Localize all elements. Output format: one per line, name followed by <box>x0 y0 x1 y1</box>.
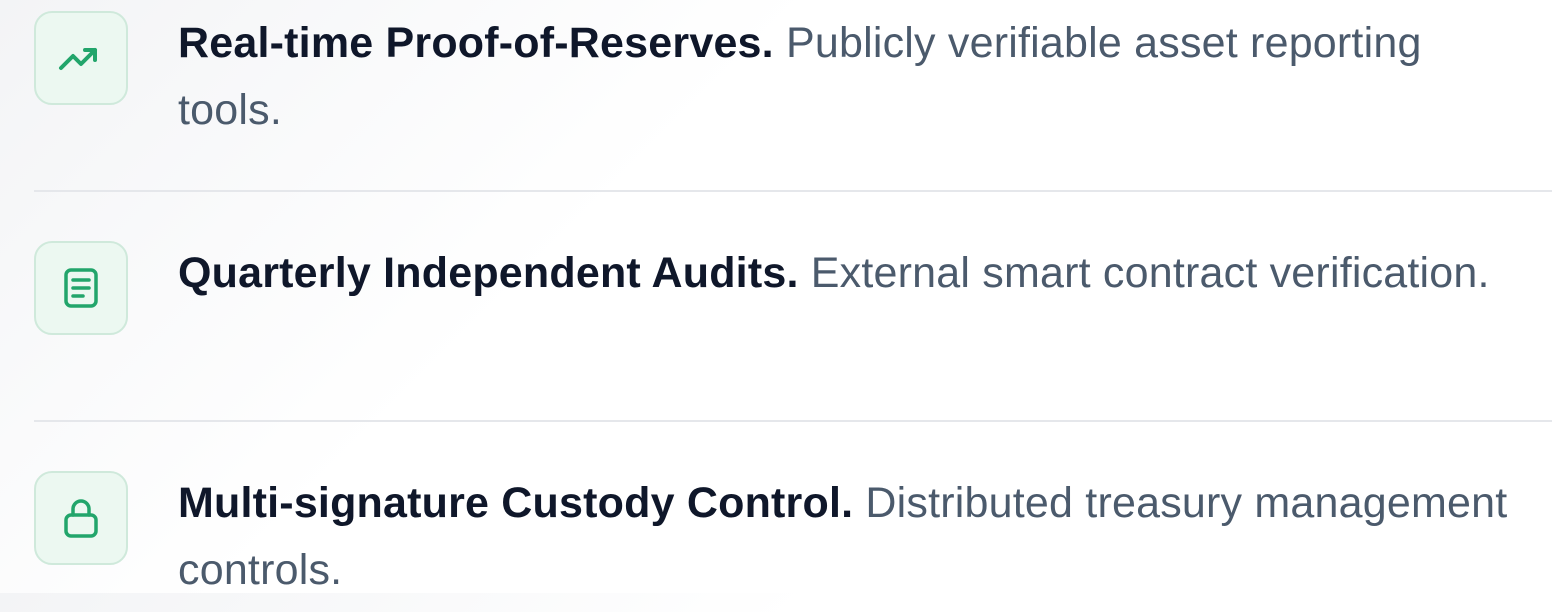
feature-title: Real-time Proof-of-Reserves. <box>178 19 774 67</box>
feature-list: Real-time Proof-of-Reserves. Publicly ve… <box>0 0 1552 594</box>
lock-icon <box>64 499 98 538</box>
feature-text: Multi-signature Custody Control. Distrib… <box>178 470 1528 604</box>
feature-item-proof-of-reserves: Real-time Proof-of-Reserves. Publicly ve… <box>34 0 1552 170</box>
document-icon <box>64 268 98 308</box>
trending-up-icon <box>59 48 97 70</box>
feature-description: External smart contract verification. <box>810 249 1490 297</box>
feature-icon-badge <box>34 471 128 565</box>
feature-text: Quarterly Independent Audits. External s… <box>178 240 1528 307</box>
feature-text: Real-time Proof-of-Reserves. Publicly ve… <box>178 10 1528 144</box>
feature-title: Multi-signature Custody Control. <box>178 479 854 527</box>
feature-icon-badge <box>34 241 128 335</box>
feature-icon-badge <box>34 11 128 105</box>
feature-item-custody-control: Multi-signature Custody Control. Distrib… <box>34 422 1552 612</box>
feature-item-independent-audits: Quarterly Independent Audits. External s… <box>34 192 1552 382</box>
feature-title: Quarterly Independent Audits. <box>178 249 799 297</box>
